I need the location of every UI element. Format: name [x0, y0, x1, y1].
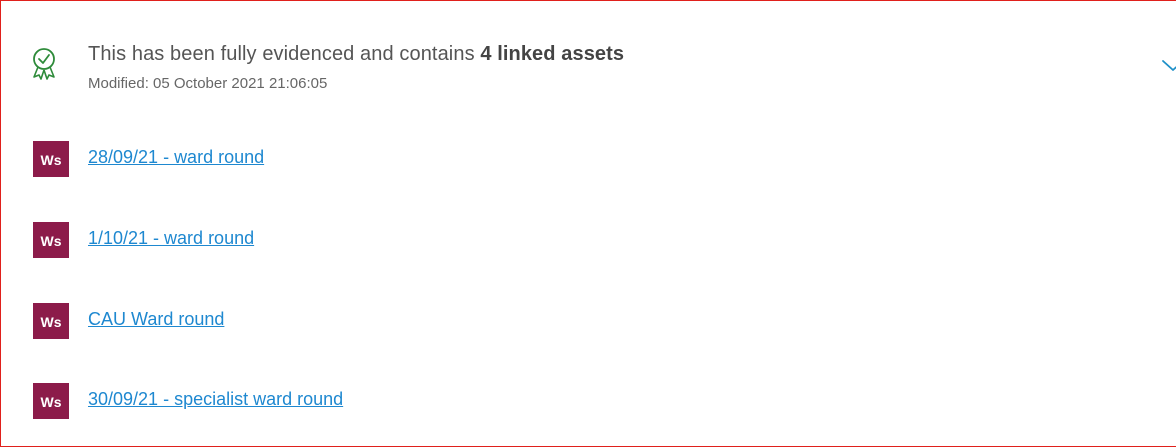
- asset-type-badge: Ws: [33, 383, 69, 419]
- award-ribbon-check-icon: [31, 47, 57, 81]
- list-item: Ws 1/10/21 - ward round: [33, 222, 1133, 258]
- asset-link[interactable]: 1/10/21 - ward round: [88, 228, 254, 249]
- evidence-panel: This has been fully evidenced and contai…: [0, 0, 1176, 447]
- linked-assets-count: 4 linked assets: [480, 43, 625, 65]
- asset-type-badge: Ws: [33, 303, 69, 339]
- list-item: Ws CAU Ward round: [33, 303, 1133, 339]
- asset-link[interactable]: 28/09/21 - ward round: [88, 147, 264, 168]
- list-item: Ws 28/09/21 - ward round: [33, 141, 1133, 177]
- list-item: Ws 30/09/21 - specialist ward round: [33, 383, 1133, 419]
- modified-timestamp: Modified: 05 October 2021 21:06:05: [88, 75, 328, 92]
- asset-type-badge: Ws: [33, 141, 69, 177]
- chevron-down-icon[interactable]: [1161, 59, 1176, 73]
- asset-link[interactable]: 30/09/21 - specialist ward round: [88, 389, 343, 410]
- asset-link[interactable]: CAU Ward round: [88, 309, 224, 330]
- summary-prefix: This has been fully evidenced and contai…: [88, 43, 481, 65]
- evidence-summary-text: This has been fully evidenced and contai…: [88, 43, 624, 66]
- evidence-summary-header: This has been fully evidenced and contai…: [31, 39, 1176, 99]
- asset-type-badge: Ws: [33, 222, 69, 258]
